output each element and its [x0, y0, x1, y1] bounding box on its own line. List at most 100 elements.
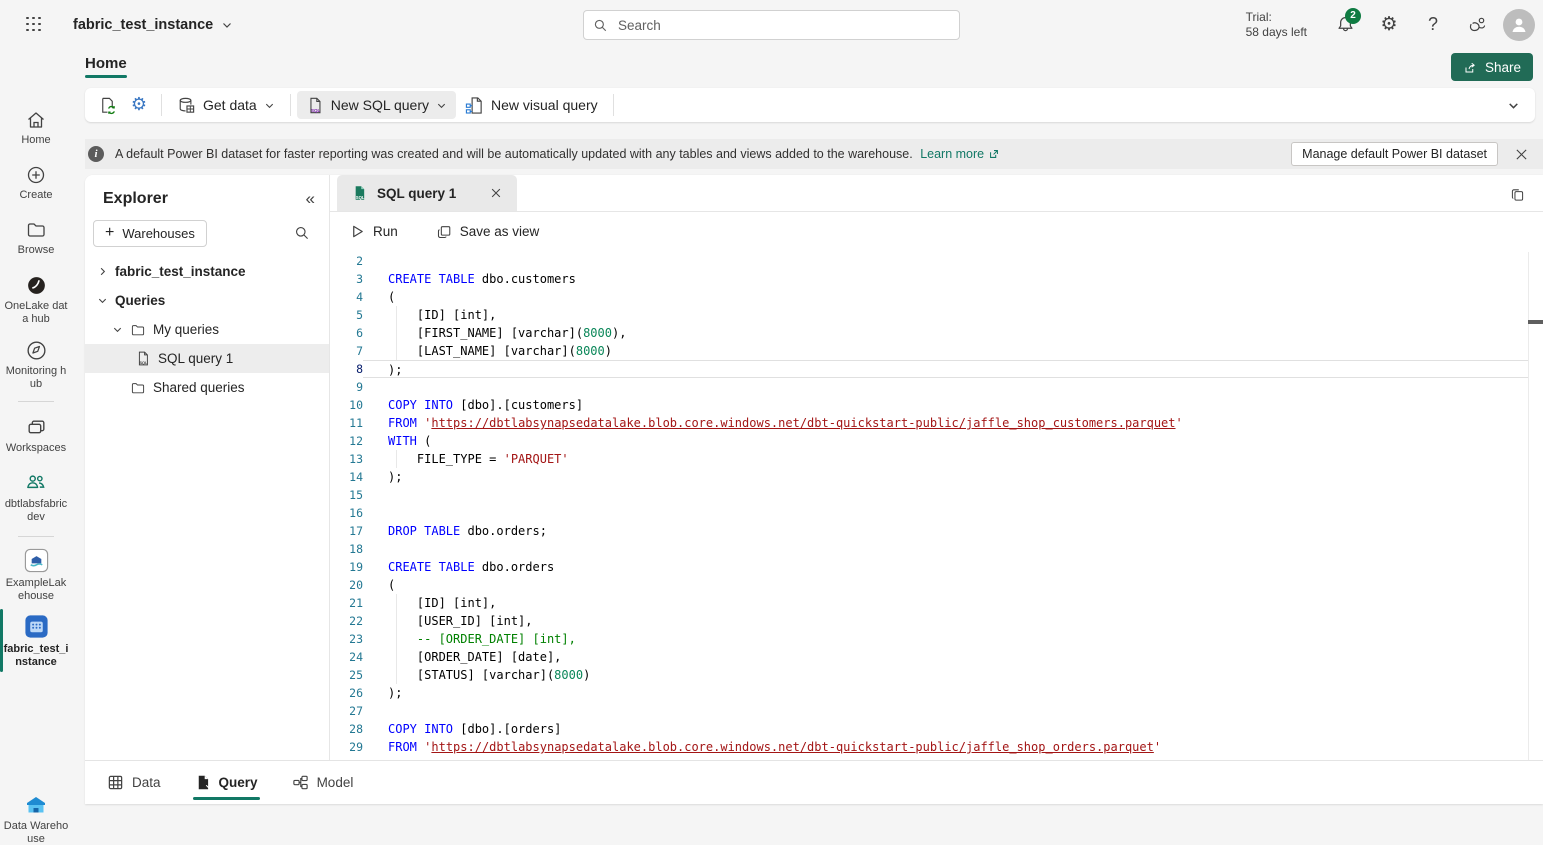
- rail-item-examplelakehouse[interactable]: ExampleLakehouse: [0, 545, 72, 602]
- code-line[interactable]: 6 [FIRST_NAME] [varchar](8000),: [330, 324, 1543, 342]
- query-settings-button[interactable]: ⚙: [123, 91, 155, 119]
- workspace-switcher[interactable]: fabric_test_instance: [73, 17, 233, 33]
- tree-item-sql-query-1[interactable]: SQL SQL query 1: [85, 344, 329, 373]
- ribbon-toolbar: ⚙ Get data SQL New SQL query New visual …: [85, 88, 1535, 122]
- code-line[interactable]: 8);: [330, 360, 1543, 378]
- global-search[interactable]: [583, 10, 960, 40]
- rail-item-onelake-data-hub[interactable]: OneLake data hub: [0, 272, 72, 325]
- code-line[interactable]: 12WITH (: [330, 432, 1543, 450]
- code-line[interactable]: 25 [STATUS] [varchar](8000): [330, 666, 1543, 684]
- rail-item-label: ExampleLakehouse: [3, 577, 69, 602]
- save-as-view-button[interactable]: Save as view: [430, 220, 546, 244]
- rail-item-home[interactable]: Home: [0, 107, 72, 147]
- copy-button[interactable]: [1505, 183, 1529, 207]
- toolbar-divider: [613, 94, 614, 116]
- rail-item-fabric-test-instance[interactable]: fabric_test_instance: [0, 611, 72, 668]
- get-data-button[interactable]: Get data: [168, 91, 284, 119]
- view-tab-model[interactable]: Model: [282, 761, 364, 805]
- new-sql-query-button[interactable]: SQL New SQL query: [297, 91, 456, 119]
- code-line[interactable]: 29FROM 'https://dbtlabsynapsedatalake.bl…: [330, 738, 1543, 756]
- code-line[interactable]: 7 [LAST_NAME] [varchar](8000): [330, 342, 1543, 360]
- code-line[interactable]: 2: [330, 252, 1543, 270]
- code-line[interactable]: 14);: [330, 468, 1543, 486]
- add-warehouses-button[interactable]: + Warehouses: [93, 220, 207, 247]
- code-line[interactable]: 27: [330, 702, 1543, 720]
- rail-item-label: Browse: [3, 244, 69, 257]
- sql-document-icon: SQL: [306, 96, 324, 115]
- settings-button[interactable]: ⚙: [1367, 3, 1411, 47]
- code-line[interactable]: 23 -- [ORDER_DATE] [int],: [330, 630, 1543, 648]
- chevron-right-icon: [95, 266, 109, 277]
- code-line[interactable]: 18: [330, 540, 1543, 558]
- banner-close-button[interactable]: [1507, 140, 1535, 168]
- feedback-button[interactable]: [1455, 3, 1499, 47]
- code-line[interactable]: 4(: [330, 288, 1543, 306]
- tab-home-label: Home: [85, 55, 127, 72]
- view-tab-query[interactable]: Query: [185, 761, 268, 805]
- line-number: 12: [330, 432, 363, 450]
- code-editor[interactable]: 23CREATE TABLE dbo.customers4(5 [ID] [in…: [330, 252, 1543, 760]
- learn-more-link[interactable]: Learn more: [920, 147, 1000, 161]
- table-grid-icon: [107, 774, 124, 791]
- rail-item-workspaces[interactable]: Workspaces: [0, 414, 72, 455]
- view-tab-label: Model: [317, 775, 354, 790]
- code-line[interactable]: 22 [USER_ID] [int],: [330, 612, 1543, 630]
- code-line[interactable]: 10COPY INTO [dbo].[customers]: [330, 396, 1543, 414]
- tab-home[interactable]: Home: [83, 49, 129, 82]
- notifications-button[interactable]: 2: [1323, 3, 1367, 47]
- avatar[interactable]: [1503, 9, 1535, 41]
- share-icon: [1463, 60, 1478, 75]
- tree-item-shared-queries[interactable]: Shared queries: [85, 373, 329, 402]
- code-line[interactable]: 26);: [330, 684, 1543, 702]
- rail-item-create[interactable]: Create: [0, 162, 72, 202]
- rail-divider: [18, 401, 54, 402]
- tree-item-warehouse-root[interactable]: fabric_test_instance: [85, 257, 329, 286]
- line-number: 17: [330, 522, 363, 540]
- collapse-pane-icon[interactable]: «: [306, 189, 315, 209]
- copy-icon: [1509, 187, 1526, 204]
- rail-item-label: Workspaces: [3, 442, 69, 455]
- explorer-search-button[interactable]: [287, 219, 317, 247]
- rail-item-monitoring-hub[interactable]: Monitoring hub: [0, 337, 72, 390]
- code-line[interactable]: 3CREATE TABLE dbo.customers: [330, 270, 1543, 288]
- rail-item-dbtlabsfabricdev[interactable]: dbtlabsfabricdev: [0, 469, 72, 523]
- code-line[interactable]: 28COPY INTO [dbo].[orders]: [330, 720, 1543, 738]
- ribbon-collapse-button[interactable]: [1497, 91, 1529, 119]
- save-as-view-icon: [436, 224, 452, 240]
- scrollbar-track[interactable]: [1528, 252, 1529, 760]
- code-line[interactable]: 13 FILE_TYPE = 'PARQUET': [330, 450, 1543, 468]
- code-line[interactable]: 11FROM 'https://dbtlabsynapsedatalake.bl…: [330, 414, 1543, 432]
- code-line[interactable]: 16: [330, 504, 1543, 522]
- run-button[interactable]: Run: [344, 220, 404, 243]
- waffle-menu-button[interactable]: [17, 8, 51, 42]
- database-icon: [177, 96, 196, 115]
- code-line[interactable]: 19CREATE TABLE dbo.orders: [330, 558, 1543, 576]
- search-input[interactable]: [616, 17, 950, 34]
- code-line[interactable]: 21 [ID] [int],: [330, 594, 1543, 612]
- new-visual-query-button[interactable]: New visual query: [456, 91, 607, 119]
- get-data-label: Get data: [203, 97, 257, 113]
- query-tab[interactable]: SQL SQL query 1: [337, 175, 517, 211]
- code-line[interactable]: 5 [ID] [int],: [330, 306, 1543, 324]
- rail-item-browse[interactable]: Browse: [0, 217, 72, 257]
- tree-item-queries[interactable]: Queries: [85, 286, 329, 315]
- tab-close-button[interactable]: [485, 182, 507, 204]
- code-line[interactable]: 20(: [330, 576, 1543, 594]
- code-line[interactable]: 24 [ORDER_DATE] [date],: [330, 648, 1543, 666]
- code-line[interactable]: 17DROP TABLE dbo.orders;: [330, 522, 1543, 540]
- rail-item-label: fabric_test_instance: [3, 643, 69, 668]
- tree-item-label: Shared queries: [153, 380, 245, 395]
- share-button[interactable]: Share: [1451, 53, 1533, 81]
- code-line[interactable]: 15: [330, 486, 1543, 504]
- left-nav-rail: Home Create Browse OneLake data hub Moni…: [0, 49, 72, 804]
- compass-icon: [25, 339, 48, 362]
- tree-item-my-queries[interactable]: My queries: [85, 315, 329, 344]
- help-button[interactable]: ?: [1411, 3, 1455, 47]
- refresh-button[interactable]: [91, 91, 123, 119]
- line-number: 20: [330, 576, 363, 594]
- manage-dataset-button[interactable]: Manage default Power BI dataset: [1291, 142, 1498, 166]
- svg-text:SQL: SQL: [311, 107, 321, 112]
- view-tab-data[interactable]: Data: [97, 761, 171, 805]
- code-line[interactable]: 9: [330, 378, 1543, 396]
- rail-item-data-warehouse[interactable]: Data Warehouse: [0, 791, 72, 845]
